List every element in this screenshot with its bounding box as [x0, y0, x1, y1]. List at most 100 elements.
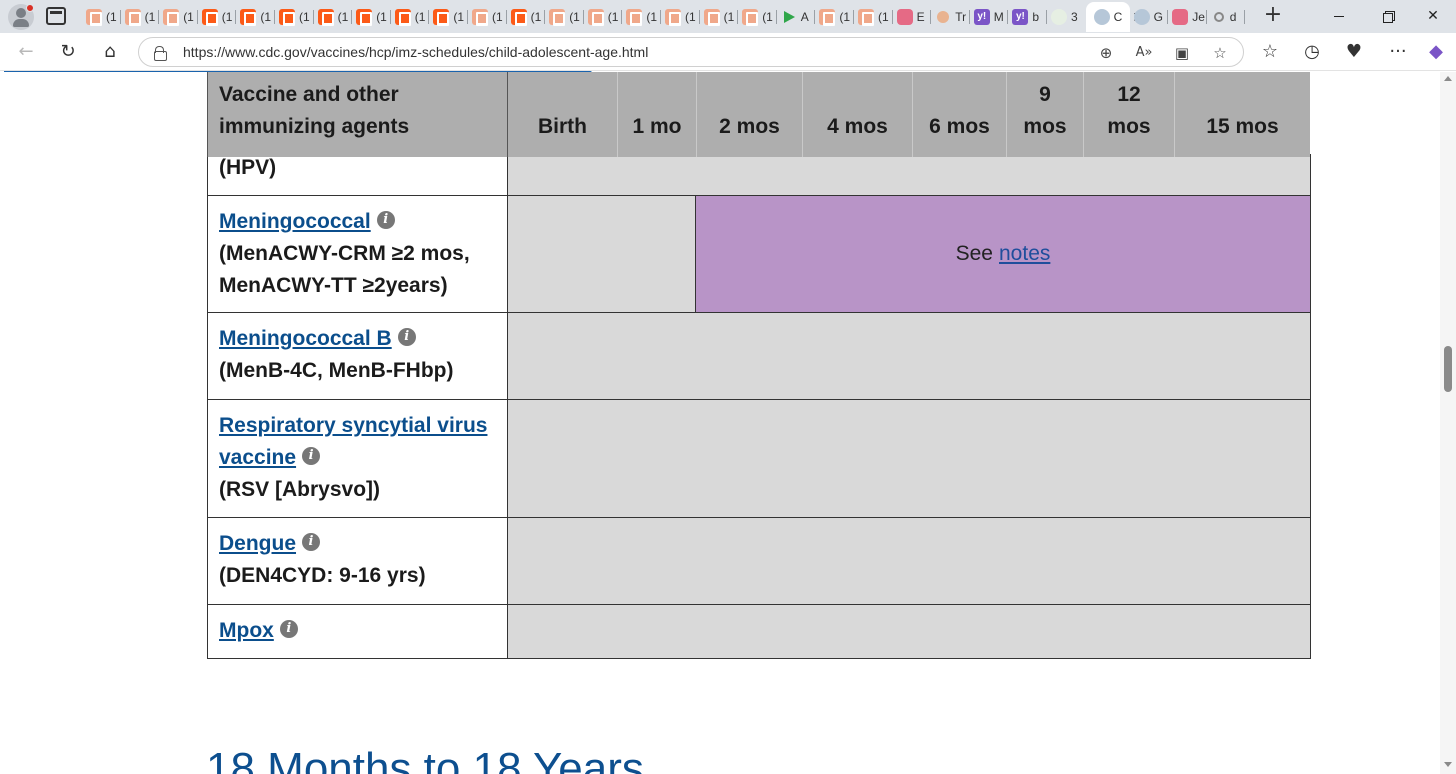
- browser-tab[interactable]: (1: [622, 2, 661, 32]
- profile-avatar-icon[interactable]: [8, 4, 34, 30]
- address-bar[interactable]: https://www.cdc.gov/vaccines/hcp/imz-sch…: [138, 37, 1244, 67]
- tab-label: (1: [106, 10, 117, 24]
- browser-tab[interactable]: (1: [815, 2, 854, 32]
- immersive-reader-icon[interactable]: ▣: [1171, 42, 1193, 64]
- back-button[interactable]: ←: [12, 39, 40, 65]
- browser-tab[interactable]: (1: [429, 2, 468, 32]
- browser-tab[interactable]: y! M: [970, 2, 1009, 32]
- scroll-down-arrow-icon[interactable]: [1444, 762, 1452, 767]
- header-age-birth: Birth: [507, 72, 617, 157]
- history-icon[interactable]: ◷: [1298, 39, 1326, 65]
- browser-tab[interactable]: Tr: [931, 2, 970, 32]
- browser-tab[interactable]: (1: [314, 2, 353, 32]
- tab-label: (1: [762, 10, 773, 24]
- browser-tab[interactable]: (1: [545, 2, 584, 32]
- tab-label: Tr: [955, 10, 967, 24]
- tab-label: (1: [607, 10, 619, 24]
- substack-icon: [858, 9, 874, 26]
- zoom-icon[interactable]: ⊕: [1095, 42, 1117, 64]
- vaccine-detail: (MenACWY-CRM ≥2 mos,: [219, 242, 470, 265]
- browser-tab[interactable]: d: [1207, 2, 1246, 32]
- rsv-link-vaccine[interactable]: vaccine: [219, 446, 296, 469]
- info-icon[interactable]: i: [302, 447, 321, 466]
- tab-label: (1: [453, 10, 465, 24]
- vaccine-detail: MenACWY-TT ≥2years): [219, 274, 448, 297]
- substack-icon: [86, 9, 102, 26]
- yahoo-icon: y!: [1012, 9, 1029, 25]
- browser-tab[interactable]: (1: [661, 2, 700, 32]
- substack-icon: [587, 9, 604, 26]
- meningococcal-link[interactable]: Meningococcal: [219, 210, 371, 233]
- browser-tab[interactable]: (1: [738, 2, 777, 32]
- more-options-icon[interactable]: ···: [1384, 39, 1412, 65]
- info-icon[interactable]: i: [397, 328, 416, 347]
- copilot-icon[interactable]: ◆: [1422, 39, 1450, 65]
- tab-actions-icon[interactable]: [46, 7, 66, 25]
- rsv-link[interactable]: Respiratory syncytial virus: [219, 414, 487, 437]
- home-button[interactable]: ⌂: [96, 39, 124, 65]
- schedule-bar: [508, 518, 1311, 604]
- notes-link[interactable]: notes: [999, 242, 1050, 266]
- mpox-link[interactable]: Mpox: [219, 619, 274, 642]
- browser-tab[interactable]: (1: [468, 2, 507, 32]
- see-notes-prefix: See: [955, 242, 993, 265]
- youtube-icon: [1172, 9, 1189, 25]
- browser-tab[interactable]: (1: [391, 2, 430, 32]
- header-age-4mos: 4 mos: [802, 72, 912, 157]
- browser-tab[interactable]: (1: [82, 2, 121, 32]
- tab-label: b: [1032, 10, 1040, 24]
- lock-icon[interactable]: [154, 46, 167, 61]
- browser-tab[interactable]: E: [893, 2, 932, 32]
- browser-tab[interactable]: 3: [1047, 2, 1086, 32]
- search-icon: [1213, 12, 1224, 22]
- info-icon[interactable]: i: [376, 211, 395, 230]
- tab-label: (1: [839, 10, 851, 24]
- vaccine-detail: (HPV): [219, 156, 277, 179]
- read-aloud-icon[interactable]: A»: [1133, 42, 1155, 64]
- browser-tab[interactable]: (1: [352, 2, 391, 32]
- substack-icon: [549, 9, 566, 26]
- vaccine-name-cell: Mpox i: [207, 605, 508, 658]
- substack-icon: [665, 9, 681, 26]
- browser-tab[interactable]: y! b: [1008, 2, 1047, 32]
- favorites-icon[interactable]: ☆: [1256, 39, 1284, 65]
- dengue-link[interactable]: Dengue: [219, 532, 296, 555]
- info-icon[interactable]: i: [302, 533, 321, 552]
- browser-tab[interactable]: (1: [275, 2, 314, 32]
- substack-icon: [124, 9, 141, 26]
- browser-tab[interactable]: A: [777, 2, 816, 32]
- scrollbar-thumb[interactable]: [1444, 346, 1452, 392]
- browser-tab[interactable]: (1: [236, 2, 275, 32]
- favorite-star-icon[interactable]: ☆: [1209, 42, 1231, 64]
- substack-icon: [626, 9, 643, 26]
- browser-tab[interactable]: (1: [854, 2, 893, 32]
- substack-icon: [163, 9, 180, 26]
- browser-tab[interactable]: (1: [121, 2, 160, 32]
- browser-tab[interactable]: (1: [700, 2, 739, 32]
- browser-tab[interactable]: (1: [507, 2, 546, 32]
- substack-dark-icon: [201, 9, 218, 26]
- restore-button[interactable]: [1366, 0, 1412, 33]
- header-age-15mos: 15 mos: [1174, 72, 1310, 157]
- extensions-icon[interactable]: ♥: [1340, 39, 1368, 65]
- browser-tab[interactable]: C✕: [1085, 2, 1144, 32]
- schedule-bar: [508, 313, 1311, 399]
- browser-tab[interactable]: G: [1130, 2, 1169, 32]
- vertical-scrollbar[interactable]: [1440, 72, 1456, 774]
- meningococcal-b-link[interactable]: Meningococcal B: [219, 327, 392, 350]
- browser-tab[interactable]: (1: [159, 2, 198, 32]
- browser-tab[interactable]: (1: [584, 2, 623, 32]
- browser-tab[interactable]: (1: [198, 2, 237, 32]
- url-text[interactable]: https://www.cdc.gov/vaccines/hcp/imz-sch…: [183, 44, 648, 60]
- browser-tab[interactable]: Je: [1168, 2, 1207, 32]
- info-icon[interactable]: i: [279, 620, 298, 639]
- close-window-button[interactable]: ✕: [1410, 0, 1456, 33]
- reload-button[interactable]: ↻: [54, 39, 82, 65]
- header-age-12mos: 12 mos: [1083, 72, 1174, 157]
- minimize-button[interactable]: [1316, 0, 1362, 33]
- table-row-hpv: (HPV): [207, 154, 1311, 196]
- scroll-up-arrow-icon[interactable]: [1444, 76, 1452, 81]
- tab-label: (1: [183, 10, 194, 24]
- new-tab-button[interactable]: +: [1262, 4, 1284, 27]
- schedule-bar: [508, 400, 1311, 517]
